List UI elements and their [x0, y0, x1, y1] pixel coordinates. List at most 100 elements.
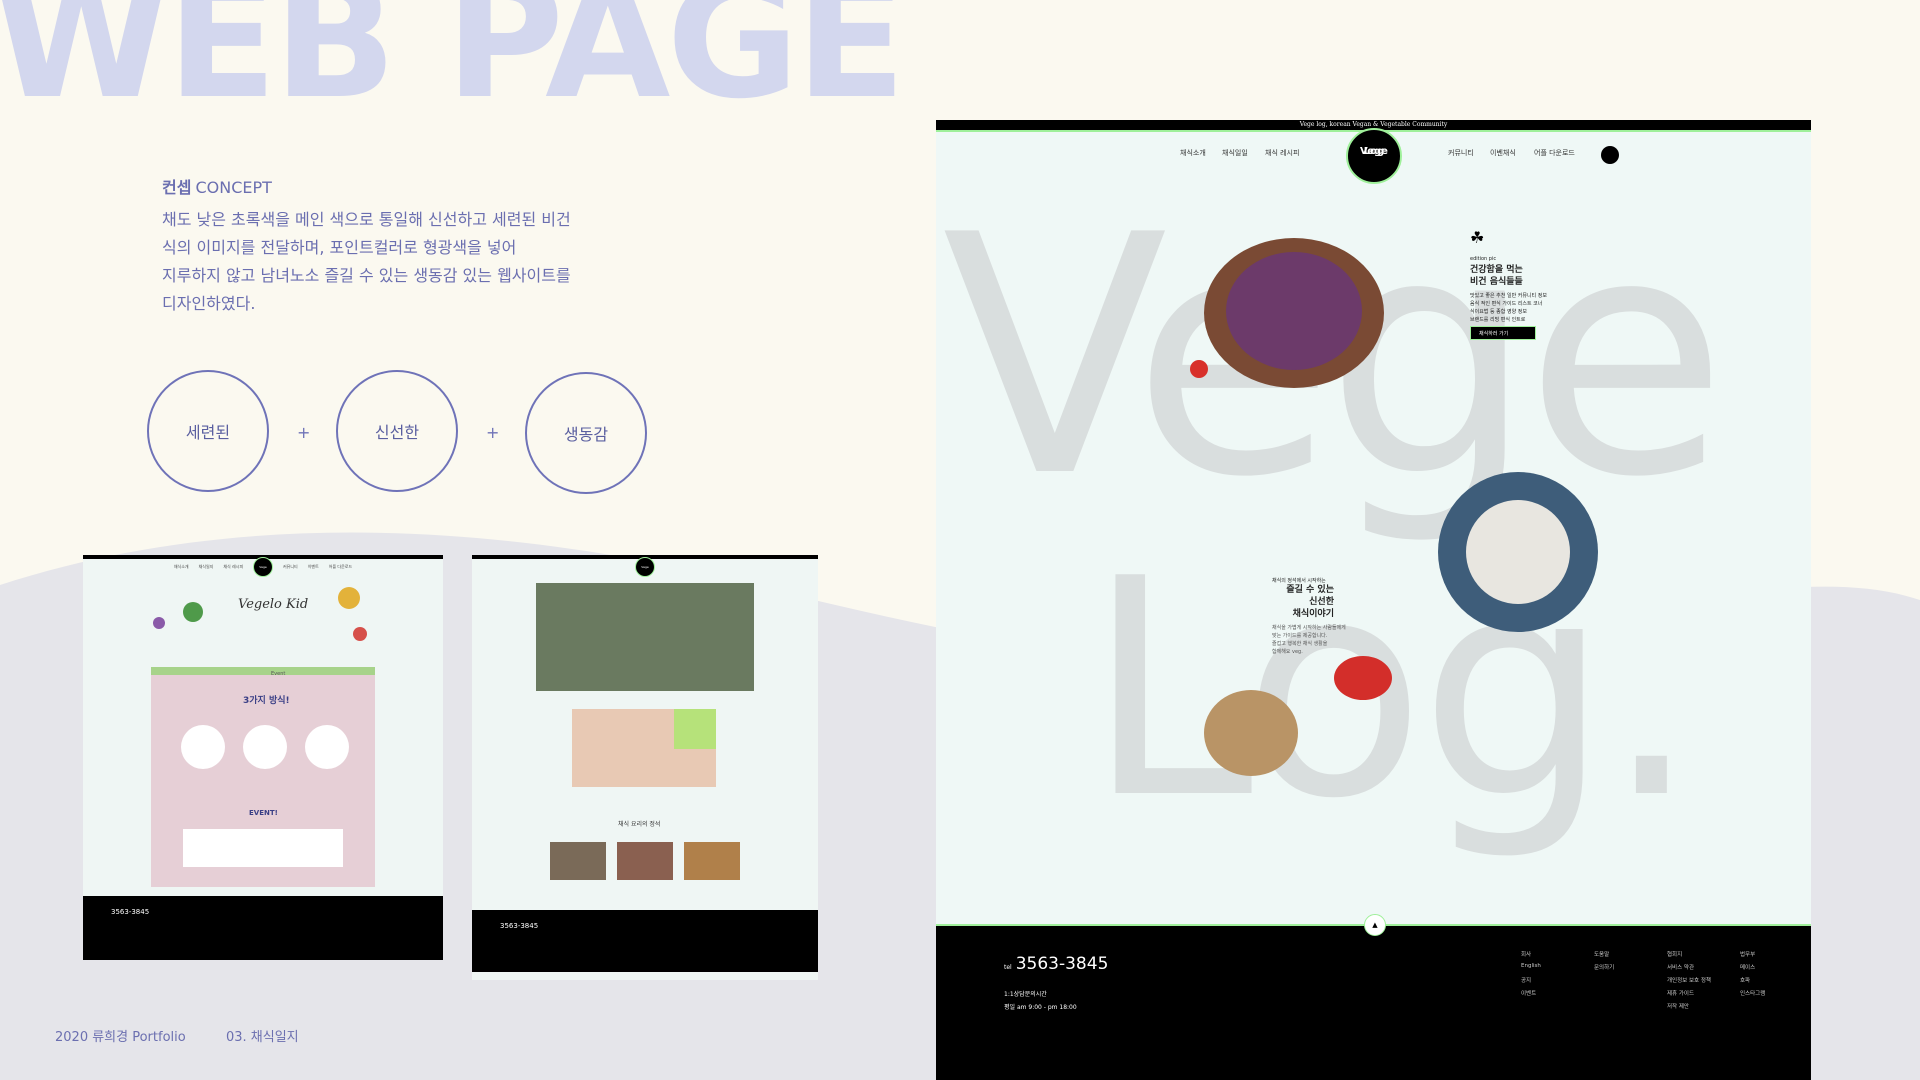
nav-item[interactable]: 채식 레시피	[1265, 148, 1299, 158]
nav-item[interactable]: 채식소개	[1180, 148, 1206, 158]
veggie-illustration	[183, 602, 203, 622]
page-title: WEB PAGE	[0, 0, 906, 135]
footer-link[interactable]: 개인정보 보호 정책	[1667, 976, 1740, 984]
info-line: 평일 am 9:00 - pm 18:00	[1004, 1004, 1077, 1011]
kid-avatar	[305, 725, 349, 769]
footer-link[interactable]: 이벤트	[1521, 989, 1594, 997]
footer-link[interactable]	[1521, 1002, 1594, 1010]
keyword-circle-3: 생동감	[525, 372, 647, 494]
keyword-circle-1: 세련된	[147, 370, 269, 492]
story-body: 채식을 가볍게 시작하는 사람들에게 맞는 가이드를 제공합니다. 즐겁고 행복…	[1272, 625, 1346, 655]
thumb2-tel: 3563-3845	[500, 922, 539, 930]
footer-link[interactable]: 인스타그램	[1740, 989, 1811, 997]
salad-content	[1226, 252, 1362, 370]
thumb2-section-title: 채식 요리의 정석	[618, 821, 661, 828]
concept-body: 채도 낮은 초록색을 메인 색으로 통일해 신선하고 세련된 비건 식의 이미지…	[162, 210, 571, 313]
footer-info: 1:1상담문의시간 평일 am 9:00 - pm 18:00	[1004, 988, 1077, 1014]
footer-link[interactable]: 공지	[1521, 976, 1594, 984]
footer-link[interactable]: 서비스 약관	[1667, 963, 1740, 971]
nav-item[interactable]: 채식일일	[1222, 148, 1248, 158]
thumb1-pink-card: Event 3가지 방식! EVENT!	[151, 667, 375, 887]
veggie-illustration	[153, 617, 165, 629]
footer-tel: tel 3563-3845	[1004, 954, 1108, 974]
thumb2-logo-text: Vege	[641, 565, 649, 569]
nav-item[interactable]: 어플 다운로드	[1534, 148, 1575, 158]
promo-icon: ☘	[1470, 228, 1485, 247]
thumb1-nav-item[interactable]: 이벤트	[308, 564, 319, 570]
thumb1-logo[interactable]: Vege	[253, 557, 273, 577]
footer-link[interactable]: 저작 제안	[1667, 1002, 1740, 1010]
footer-links: 회사 도움말 협회지 법무부 English 문의하기 서비스 약관 메이스 공…	[1521, 950, 1811, 1010]
thumb1-nav-item[interactable]: 채식소개	[174, 564, 189, 570]
recipe-photo	[617, 842, 673, 880]
footer-link[interactable]: English	[1521, 963, 1594, 971]
footer-link[interactable]: 법무부	[1740, 950, 1811, 958]
noodle-content	[1466, 500, 1570, 604]
thumbnail-kid-page: 채식소개 채식일지 채식 레시피 Vege 커뮤니티 이벤트 어플 다운로드 V…	[83, 555, 443, 960]
thumb1-hero: Vegelo Kid	[83, 577, 443, 667]
info-line: 1:1상담문의시간	[1004, 991, 1047, 998]
promo-title: 건강함을 먹는 비건 음식들들	[1470, 265, 1523, 287]
concept-section: 컨셉 CONCEPT 채도 낮은 초록색을 메인 색으로 통일해 신선하고 세련된…	[162, 174, 642, 318]
thumb2-logo[interactable]: Vege	[635, 557, 655, 577]
footer-link[interactable]	[1594, 976, 1667, 984]
thumb1-hero-title: Vegelo Kid	[238, 597, 309, 612]
food-collage	[572, 709, 716, 787]
promo-small: edition pic	[1470, 256, 1497, 262]
veggie-illustration	[353, 627, 367, 641]
footer-link[interactable]: 제휴 가이드	[1667, 989, 1740, 997]
thumb1-footer: 3563-3845	[83, 896, 443, 960]
thumb1-tel: 3563-3845	[111, 908, 150, 916]
grain-bag-image	[1204, 690, 1298, 776]
footer-link[interactable]: 회사	[1521, 950, 1594, 958]
story-title: 즐길 수 있는 신선한 채식이야기	[1286, 585, 1334, 619]
tel-number: 3563-3845	[1015, 954, 1109, 974]
footer-link[interactable]: 메이스	[1740, 963, 1811, 971]
thumb1-nav-item[interactable]: 커뮤니티	[283, 564, 298, 570]
thumb1-nav-item[interactable]: 채식 레시피	[223, 564, 243, 570]
footer-link[interactable]	[1594, 1002, 1667, 1010]
recipe-photo	[684, 842, 740, 880]
thumb1-nav-item[interactable]: 어플 다운로드	[329, 564, 352, 570]
tomatoes-image	[1334, 656, 1392, 700]
thumb1-nav: 채식소개 채식일지 채식 레시피 Vege 커뮤니티 이벤트 어플 다운로드	[83, 557, 443, 577]
promo-body: 맛있고 좋은 추천 일반 커뮤니티 정보 음식 적인 편식 가이드 리스트 코너…	[1470, 293, 1547, 323]
section-label: 03. 채식일지	[226, 1030, 299, 1045]
veggie-illustration	[338, 587, 360, 609]
user-icon[interactable]	[1601, 146, 1619, 164]
nav-item[interactable]: 커뮤니티	[1448, 148, 1474, 158]
main-footer: ▲ tel 3563-3845 1:1상담문의시간 평일 am 9:00 - pm…	[936, 914, 1811, 1080]
concept-heading-ko: 컨셉	[162, 178, 192, 197]
footer-link[interactable]: 도움말	[1594, 950, 1667, 958]
bg-word-log: Log.	[1086, 515, 1699, 864]
main-logo-line2: Log	[1363, 146, 1385, 157]
back-to-top-button[interactable]: ▲	[1364, 914, 1386, 936]
plus-sign-1: +	[297, 423, 311, 442]
collage-green-box	[674, 709, 716, 749]
recipe-photo	[550, 842, 606, 880]
thumb2-nav: Vege	[472, 557, 818, 577]
tomato-image	[1190, 360, 1208, 378]
promo-button[interactable]: 채식하러 가기	[1470, 326, 1536, 340]
thumb1-nav-item[interactable]: 채식일지	[199, 564, 214, 570]
thumbnail-recipe-page: Vege 채식 요리의 정석 3563-3845	[472, 555, 818, 980]
concept-heading: 컨셉 CONCEPT	[162, 174, 642, 198]
thumb1-logo-text: Vege	[259, 565, 267, 569]
nav-item[interactable]: 이벤채식	[1490, 148, 1516, 158]
thumb1-event-title: EVENT!	[249, 809, 278, 817]
food-avatar	[243, 725, 287, 769]
concept-heading-en: CONCEPT	[195, 178, 272, 197]
thumb1-card-title: 3가지 방식!	[243, 696, 290, 706]
footer-link[interactable]: 호파	[1740, 976, 1811, 984]
thumb1-card-tag: Event	[271, 671, 286, 677]
main-page-preview: Vege log, korean Vegan & Vegetable Commu…	[936, 120, 1811, 1080]
kid-avatar	[181, 725, 225, 769]
thumb1-event-box	[183, 829, 343, 867]
portfolio-label: 2020 류희경 Portfolio	[55, 1030, 186, 1045]
footer-link[interactable]: 협회지	[1667, 950, 1740, 958]
thumb2-footer: 3563-3845	[472, 910, 818, 972]
plus-sign-2: +	[486, 423, 500, 442]
thumb1-card-band	[151, 667, 375, 675]
footer-link[interactable]: 문의하기	[1594, 963, 1667, 971]
footer-link[interactable]	[1594, 989, 1667, 997]
